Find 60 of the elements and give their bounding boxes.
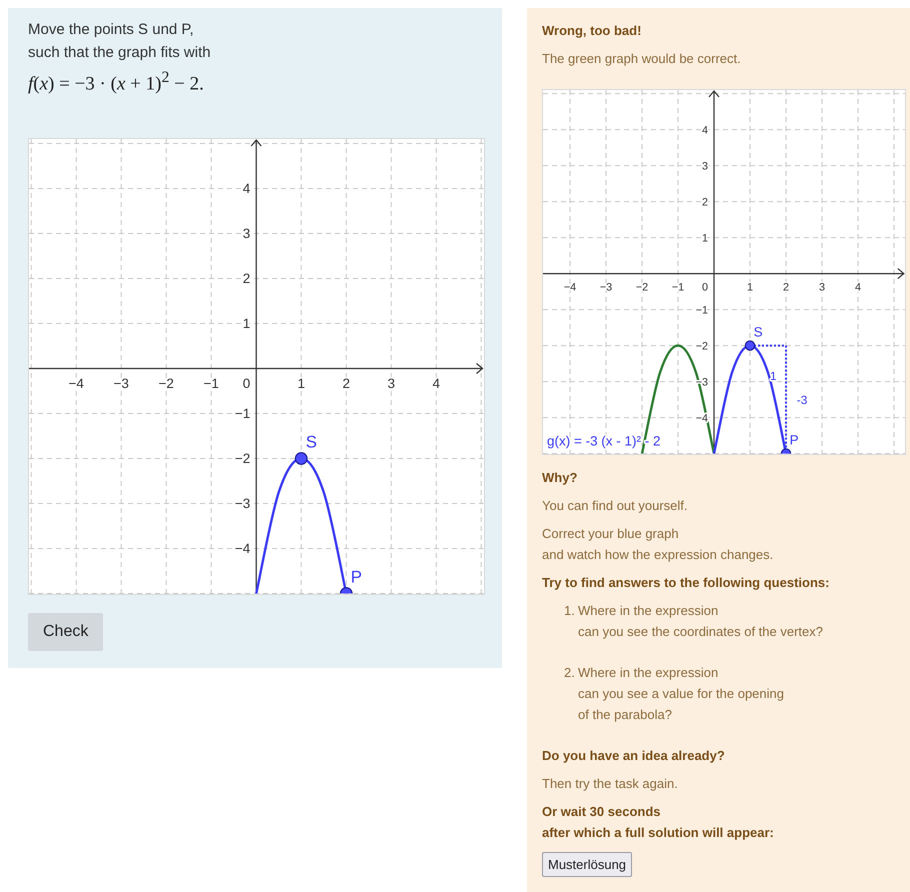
question-text: Where in the expression can you see the coordinates of the vertex? [578,602,823,641]
feedback-text: You can find out yourself. [542,496,689,515]
origin-label: 0 [242,376,250,392]
feedback-text: The green graph would be correct. [542,50,742,68]
list-number: 2. [564,664,576,682]
tick-label: −3 [114,376,129,392]
point-marker[interactable] [744,340,756,351]
tick-label: −4 [564,281,576,294]
section-heading: Why? [542,468,578,487]
point-label: S [754,324,763,340]
question-text: Where in the expression can you see a value for the opening of the parabola? [578,664,784,724]
tick-label: −1 [234,406,250,422]
tick-label: −1 [672,281,684,294]
tick-label: 2 [783,281,789,294]
tick-label: 4 [242,182,250,197]
point-label: P [790,432,799,448]
slope-label: 1 [770,368,777,383]
instruction-text: such that the graph fits with [28,43,212,63]
tick-label: 4 [702,124,708,136]
point-marker[interactable] [340,587,353,594]
feedback-title: Wrong, too bad! [542,22,642,40]
point-label: P [350,568,362,587]
tick-label: −2 [696,340,708,352]
formula: f(x) = −3 · (x + 1)$^{2}$ − 2. [28,68,205,96]
tick-label: 1 [747,281,753,294]
instruction-text: Move the points S und P, [28,20,195,40]
tick-label: −2 [234,452,250,467]
tick-label: −2 [158,376,174,392]
check-button[interactable]: Check [28,612,104,651]
tick-label: 1 [298,376,305,392]
tick-label: 4 [855,281,861,294]
tick-label: −1 [696,304,708,316]
tick-label: 2 [702,196,708,208]
slope-label: -3 [796,392,808,407]
section-heading: Or wait 30 seconds after which a full solution will appear: [542,802,775,842]
tick-label: 4 [432,376,440,392]
point-marker[interactable] [294,452,308,466]
list-number: 1. [564,602,576,620]
tick-label: 3 [702,160,708,172]
point-label: S [306,432,317,452]
feedback-text: Then try the task again. [542,774,679,793]
tick-label: 3 [388,376,395,392]
tick-label: −1 [204,376,219,392]
tick-label: −4 [68,376,84,392]
tick-label: 3 [242,226,250,242]
point-marker[interactable] [780,448,792,454]
section-heading: Do you have an idea already? [542,746,726,765]
tick-label: −4 [234,542,250,557]
tick-label: 2 [342,376,350,392]
tick-label: 3 [819,281,825,294]
tick-label: −3 [600,281,612,294]
tick-label: 1 [702,232,708,244]
solution-button[interactable]: Musterlösung [542,852,632,877]
feedback-text: Correct your blue graph and watch how the expression changes. [542,524,774,564]
tick-label: 2 [242,272,250,287]
tick-label: −2 [636,281,648,294]
tick-label: −3 [234,496,250,512]
section-heading: Try to find answers to the following questions: [542,574,830,592]
tick-label: 1 [242,316,250,332]
origin-label: 0 [702,281,708,294]
